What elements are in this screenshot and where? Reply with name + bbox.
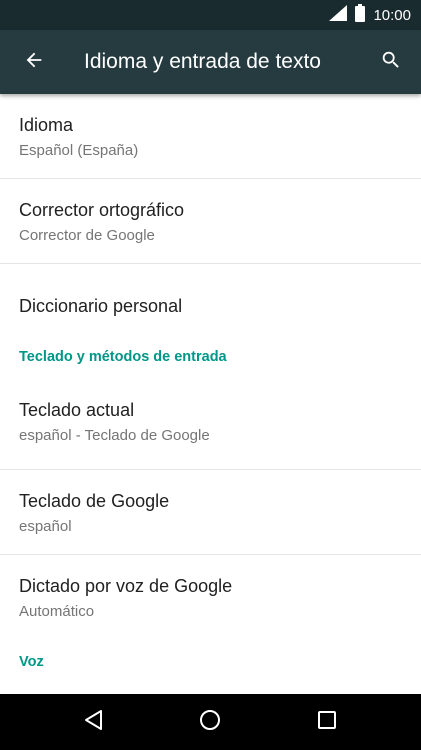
page-title: Idioma y entrada de texto: [84, 50, 321, 73]
battery-icon: [355, 3, 366, 27]
home-circle-icon: [199, 709, 221, 736]
pref-google-voice-typing[interactable]: Dictado por voz de Google Automático: [0, 555, 421, 640]
status-time: 10:00: [373, 6, 411, 24]
pref-language[interactable]: Idioma Español (España): [0, 94, 421, 179]
pref-language-title: Idioma: [19, 115, 74, 135]
pref-personal-dictionary-title: Diccionario personal: [19, 296, 183, 316]
search-button[interactable]: [367, 38, 415, 86]
back-triangle-icon: [83, 709, 105, 736]
nav-back-button[interactable]: [70, 698, 118, 746]
nav-recents-button[interactable]: [303, 698, 351, 746]
category-voice: Voz: [0, 640, 421, 690]
app-toolbar: Idioma y entrada de texto: [0, 30, 421, 94]
pref-google-voice-typing-summary: Automático: [19, 603, 95, 620]
status-bar: 10:00: [0, 0, 421, 30]
category-keyboard: Teclado y métodos de entrada: [0, 335, 421, 385]
settings-list: Idioma Español (España) Corrector ortogr…: [0, 94, 421, 694]
pref-google-keyboard[interactable]: Teclado de Google español: [0, 470, 421, 555]
pref-language-summary: Español (España): [19, 142, 139, 159]
category-keyboard-title: Teclado y métodos de entrada: [19, 349, 227, 365]
pref-spell-checker-title: Corrector ortográfico: [19, 200, 185, 220]
pref-google-keyboard-summary: español: [19, 518, 72, 535]
search-icon: [380, 49, 402, 76]
back-button[interactable]: [10, 38, 58, 86]
recents-square-icon: [317, 710, 337, 735]
category-voice-title: Voz: [19, 654, 44, 670]
pref-current-keyboard-summary: español - Teclado de Google: [19, 427, 210, 444]
signal-icon: [329, 4, 348, 26]
pref-current-keyboard[interactable]: Teclado actual español - Teclado de Goog…: [0, 385, 421, 470]
back-arrow-icon: [23, 49, 45, 76]
pref-google-voice-typing-title: Dictado por voz de Google: [19, 576, 233, 596]
navigation-bar: [0, 694, 421, 750]
status-icons: 10:00: [329, 0, 411, 30]
pref-google-keyboard-title: Teclado de Google: [19, 491, 170, 511]
pref-personal-dictionary[interactable]: Diccionario personal: [0, 264, 421, 335]
nav-home-button[interactable]: [186, 698, 234, 746]
pref-current-keyboard-title: Teclado actual: [19, 400, 135, 420]
pref-spell-checker[interactable]: Corrector ortográfico Corrector de Googl…: [0, 179, 421, 264]
pref-spell-checker-summary: Corrector de Google: [19, 227, 155, 244]
